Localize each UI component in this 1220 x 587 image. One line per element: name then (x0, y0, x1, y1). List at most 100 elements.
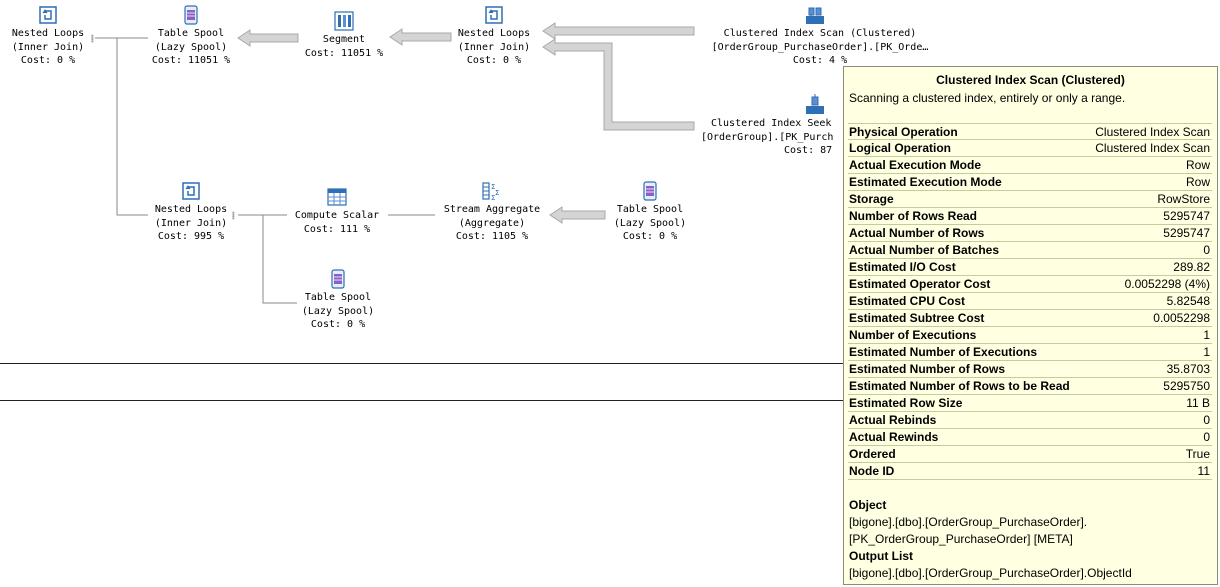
node-cost-label: Cost: 11051 % (304, 47, 384, 59)
node-operator-label: Clustered Index Seek (711, 118, 832, 129)
tooltip-title: Clustered Index Scan (Clustered) (936, 73, 1125, 87)
tooltip-property-row: Estimated CPU Cost 5.82548 (848, 293, 1212, 310)
node-operator-label: Table Spool (157, 28, 225, 39)
tooltip-property-row: Storage RowStore (848, 191, 1212, 208)
node-operator-label: Table Spool (616, 204, 684, 215)
node-table-spool-2[interactable]: Table Spool (Lazy Spool) Cost: 0 % (606, 180, 694, 244)
tooltip-property-row: Estimated I/O Cost 289.82 (848, 259, 1212, 276)
node-detail-label: (Inner Join) (457, 41, 531, 53)
property-name: Physical Operation (849, 125, 958, 139)
property-value: 11 B (1186, 396, 1210, 410)
node-detail-label: [OrderGroup_PurchaseOrder].[PK_Orde… (711, 41, 929, 53)
tooltip-property-row: Estimated Number of Rows 35.8703 (848, 361, 1212, 378)
node-detail-label: (Aggregate) (458, 217, 526, 229)
property-value: 11 (1197, 464, 1210, 478)
node-detail-label: (Lazy Spool) (301, 305, 375, 317)
property-value: 289.82 (1173, 260, 1210, 274)
property-name: Actual Number of Rows (849, 226, 985, 240)
property-name: Actual Rebinds (849, 413, 937, 427)
tooltip-property-row: Estimated Number of Rows to be Read 52957… (848, 378, 1212, 395)
compute-scalar-icon (327, 188, 347, 206)
property-name: Estimated CPU Cost (849, 294, 966, 308)
node-operator-label: Stream Aggregate (443, 204, 541, 215)
node-cost-label: Cost: 0 % (20, 55, 76, 66)
property-value: 5295747 (1163, 226, 1210, 240)
property-value: 1 (1203, 328, 1210, 342)
node-nested-loops-3[interactable]: Nested Loops (Inner Join) Cost: 995 % (146, 180, 236, 244)
node-cost-label: Cost: 0 % (310, 319, 366, 330)
tooltip-object-title: Object (849, 498, 887, 512)
property-value: Row (1185, 158, 1210, 172)
node-cost-label: Cost: 87 (784, 145, 833, 156)
property-value: Clustered Index Scan (1095, 141, 1210, 155)
node-detail-label: (Inner Join) (154, 217, 228, 229)
tooltip-property-row: Number of Executions 1 (848, 327, 1212, 344)
tooltip-description: Scanning a clustered index, entirely or … (849, 91, 1126, 105)
node-clustered-index-scan[interactable]: Clustered Index Scan (Clustered) [OrderG… (695, 4, 945, 68)
tooltip-property-row: Number of Rows Read 5295747 (848, 208, 1212, 225)
node-cost-label: Cost: 11051 % (151, 55, 231, 66)
clustered-index-seek-icon (806, 94, 824, 114)
node-compute-scalar[interactable]: Compute Scalar Cost: 111 % (286, 186, 388, 236)
connector-nl2-to-segment (389, 28, 452, 46)
node-operator-label: Clustered Index Scan (Clustered) (723, 28, 917, 39)
property-value: 0.0052298 (1153, 311, 1210, 325)
property-name: Storage (849, 192, 894, 206)
node-cost-label: Cost: 995 % (157, 231, 225, 242)
node-stream-aggregate[interactable]: Σ Σ Σ Stream Aggregate (Aggregate) Cost:… (434, 180, 550, 244)
property-name: Estimated I/O Cost (849, 260, 956, 274)
property-name: Estimated Number of Rows to be Read (849, 379, 1070, 393)
nested-loops-icon (485, 6, 503, 24)
nested-loops-icon (39, 6, 57, 24)
property-value: 5.82548 (1166, 294, 1210, 308)
svg-text:Σ: Σ (495, 189, 499, 197)
tooltip-property-row: Estimated Subtree Cost 0.0052298 (848, 310, 1212, 327)
node-cost-label: Cost: 0 % (622, 231, 678, 242)
node-table-spool-3[interactable]: Table Spool (Lazy Spool) Cost: 0 % (294, 268, 382, 332)
connector-nl3-to-nl1 (95, 37, 148, 216)
node-nested-loops-2[interactable]: Nested Loops (Inner Join) Cost: 0 % (450, 4, 538, 68)
node-cost-label: Cost: 111 % (303, 223, 371, 235)
property-name: Estimated Subtree Cost (849, 311, 985, 325)
property-name: Number of Executions (849, 328, 977, 342)
tooltip-property-row: Estimated Number of Executions 1 (848, 344, 1212, 361)
node-operator-label: Segment (322, 34, 366, 45)
tooltip-properties-list: Physical Operation Clustered Index Scan Lo… (848, 123, 1212, 480)
plan-separator-line (0, 400, 843, 401)
property-name: Actual Rewinds (849, 430, 939, 444)
segment-icon (334, 11, 354, 31)
table-spool-icon (331, 269, 345, 289)
tooltip-object-section: Object [bigone].[dbo].[OrderGroup_Purcha… (849, 497, 1212, 582)
property-value: 0.0052298 (4%) (1124, 277, 1210, 291)
property-name: Estimated Number of Executions (849, 345, 1038, 359)
property-value: 0 (1203, 243, 1210, 257)
node-nested-loops-1[interactable]: Nested Loops (Inner Join) Cost: 0 % (4, 4, 92, 68)
property-value: Row (1185, 175, 1210, 189)
tooltip-output-list-line: [bigone].[dbo].[OrderGroup_PurchaseOrder… (849, 566, 1132, 580)
tooltip-property-row: Estimated Row Size 11 B (848, 395, 1212, 412)
node-table-spool-1[interactable]: Table Spool (Lazy Spool) Cost: 11051 % (143, 4, 239, 68)
tooltip-property-row: Estimated Operator Cost 0.0052298 (4%) (848, 276, 1212, 293)
stream-aggregate-icon: Σ Σ Σ (482, 182, 499, 202)
node-cost-label: Cost: 1105 % (455, 231, 529, 242)
property-name: Estimated Operator Cost (849, 277, 991, 291)
node-operator-label: Compute Scalar (294, 210, 380, 221)
svg-text:Σ: Σ (491, 194, 495, 202)
property-value: 0 (1203, 413, 1210, 427)
property-value: 35.8703 (1166, 362, 1210, 376)
node-segment[interactable]: Segment Cost: 11051 % (298, 10, 390, 60)
tooltip-output-list-title: Output List (849, 549, 913, 563)
tooltip-property-row: Physical Operation Clustered Index Scan (848, 123, 1212, 140)
tooltip-property-row: Actual Number of Rows 5295747 (848, 225, 1212, 242)
operator-properties-tooltip: Clustered Index Scan (Clustered) Scannin… (843, 66, 1218, 585)
node-detail-label: (Lazy Spool) (613, 217, 687, 229)
node-clustered-index-seek[interactable]: Clustered Index Seek [OrderGroup].[PK_Pu… (695, 94, 843, 158)
connector-spool2-to-aggregate (549, 206, 606, 224)
property-value: 1 (1203, 345, 1210, 359)
property-name: Estimated Row Size (849, 396, 963, 410)
connector-seek-to-nl2 (542, 38, 695, 131)
table-spool-icon (643, 181, 657, 201)
node-operator-label: Nested Loops (154, 204, 228, 215)
tooltip-property-row: Ordered True (848, 446, 1212, 463)
node-operator-label: Nested Loops (11, 28, 85, 39)
